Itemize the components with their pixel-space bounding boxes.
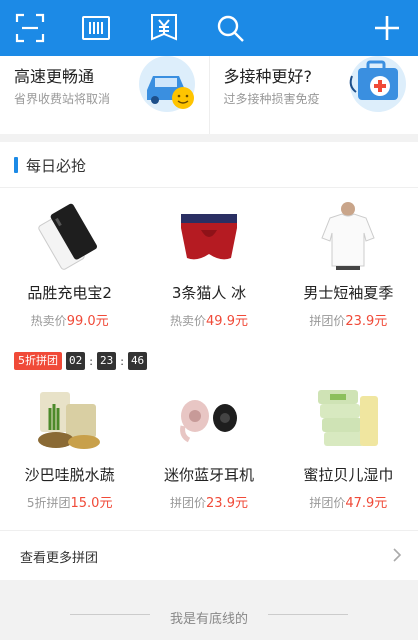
- chevron-right-icon: [392, 547, 402, 563]
- countdown-seconds: 46: [127, 352, 148, 370]
- banner-vaccine[interactable]: 多接种更好? 过多接种损害免疫: [208, 56, 418, 134]
- banner-title: 高速更畅通: [14, 67, 95, 86]
- price-value: 15.0元: [70, 496, 113, 511]
- product-card[interactable]: 蜜拉贝儿湿巾 拼团价47.9元: [279, 382, 418, 542]
- divider-line: [268, 614, 348, 615]
- product-price: 5折拼团15.0元: [0, 492, 139, 511]
- section-accent-bar: [14, 157, 18, 173]
- yen-receipt-icon[interactable]: [147, 11, 181, 45]
- product-name: 品胜充电宝2: [27, 284, 112, 302]
- price-label: 拼团价: [309, 314, 346, 328]
- scan-icon[interactable]: [13, 11, 47, 45]
- banner-highway[interactable]: 高速更畅通 省界收费站将取消: [0, 56, 209, 134]
- price-label: 拼团价: [309, 496, 346, 510]
- search-icon[interactable]: [213, 11, 247, 45]
- product-card[interactable]: 3条猫人 冰 热卖价49.9元: [139, 200, 278, 360]
- price-value: 23.9元: [206, 496, 248, 511]
- countdown-hours: 02: [66, 352, 86, 370]
- countdown-separator: :: [120, 354, 124, 368]
- power-bank-icon: [32, 200, 108, 270]
- top-toolbar: [0, 0, 418, 56]
- daily-deals-section: 每日必抢 品胜充电宝2 热卖价99.0元 3条猫人 冰 热卖价49.9元 男士短…: [0, 142, 418, 580]
- underwear-icon: [171, 200, 247, 270]
- price-value: 23.9元: [345, 314, 388, 329]
- plus-icon[interactable]: [370, 11, 404, 45]
- product-card[interactable]: 迷你蓝牙耳机 拼团价23.9元: [139, 382, 278, 542]
- product-price: 拼团价47.9元: [279, 492, 418, 511]
- price-label: 拼团价: [170, 496, 207, 510]
- section-header: 每日必抢: [0, 142, 418, 188]
- end-of-list-footer: 我是有底线的: [0, 600, 418, 630]
- flash-sale-bar: 5折拼团 02 : 23 : 46: [14, 351, 148, 371]
- product-name: 3条猫人 冰: [171, 284, 247, 302]
- product-row-2: 沙巴哇脱水蔬 5折拼团15.0元 迷你蓝牙耳机 拼团价23.9元 蜜拉贝儿湿巾 …: [0, 382, 418, 542]
- car-smiley-icon: [137, 56, 199, 116]
- view-more-group-buy-link[interactable]: 查看更多拼团: [0, 530, 418, 580]
- banner-row: 高速更畅通 省界收费站将取消 多接种更好? 过多接种损害免疫: [0, 56, 418, 134]
- product-card[interactable]: 品胜充电宝2 热卖价99.0元: [0, 200, 139, 360]
- banner-title: 多接种更好?: [223, 67, 313, 86]
- price-value: 99.0元: [66, 314, 109, 329]
- product-price: 热卖价99.0元: [0, 310, 139, 329]
- banner-subtitle: 过多接种损害免疫: [223, 92, 320, 106]
- product-row-1: 品胜充电宝2 热卖价99.0元 3条猫人 冰 热卖价49.9元 男士短袖夏季 拼…: [0, 200, 418, 360]
- countdown-minutes: 23: [96, 352, 117, 370]
- banner-subtitle: 省界收费站将取消: [14, 92, 111, 106]
- end-of-list-text: 我是有底线的: [169, 612, 248, 627]
- price-value: 47.9元: [345, 496, 388, 511]
- promo-badge: 5折拼团: [14, 352, 62, 370]
- product-card[interactable]: 沙巴哇脱水蔬 5折拼团15.0元: [0, 382, 139, 542]
- price-value: 49.9元: [206, 314, 248, 329]
- product-card[interactable]: 男士短袖夏季 拼团价23.9元: [279, 200, 418, 360]
- view-more-label: 查看更多拼团: [20, 551, 99, 566]
- product-name: 迷你蓝牙耳机: [163, 466, 254, 484]
- earbud-icon: [171, 382, 247, 452]
- medical-kit-icon: [346, 56, 408, 116]
- product-name: 男士短袖夏季: [303, 284, 394, 302]
- barcode-icon[interactable]: [79, 11, 113, 45]
- tshirt-icon: [310, 200, 386, 270]
- product-price: 拼团价23.9元: [139, 492, 278, 511]
- section-title: 每日必抢: [26, 157, 87, 175]
- price-label: 5折拼团: [26, 496, 71, 510]
- product-price: 热卖价49.9元: [139, 310, 278, 329]
- dried-veg-icon: [32, 382, 108, 452]
- product-price: 拼团价23.9元: [279, 310, 418, 329]
- price-label: 热卖价: [170, 314, 207, 328]
- countdown-separator: :: [89, 354, 93, 368]
- product-name: 蜜拉贝儿湿巾: [303, 466, 394, 484]
- price-label: 热卖价: [30, 314, 67, 328]
- wet-wipes-icon: [310, 382, 386, 452]
- product-name: 沙巴哇脱水蔬: [24, 466, 115, 484]
